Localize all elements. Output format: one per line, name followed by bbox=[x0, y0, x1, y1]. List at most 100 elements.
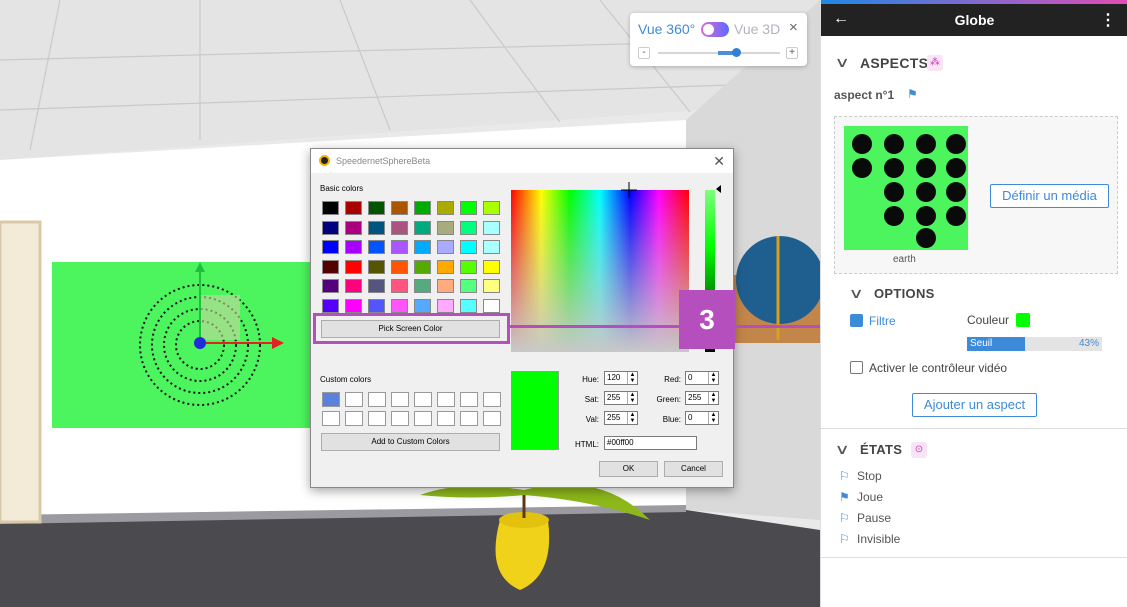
basic-color-swatch[interactable] bbox=[391, 259, 408, 274]
blue-spinbox[interactable]: 0 ▲ ▼ bbox=[685, 411, 719, 425]
state-item[interactable]: ⚐ Invisible bbox=[839, 532, 900, 546]
basic-color-swatch[interactable] bbox=[437, 259, 454, 274]
val-spinbox[interactable]: 255 ▲ ▼ bbox=[604, 411, 638, 425]
chevron-down-icon[interactable]: ∨ bbox=[834, 54, 849, 71]
sat-spinbox[interactable]: 255 ▲ ▼ bbox=[604, 391, 638, 405]
flag-outline-icon[interactable]: ⚐ bbox=[839, 469, 857, 483]
basic-color-swatch[interactable] bbox=[368, 279, 385, 293]
basic-color-swatch[interactable] bbox=[483, 279, 500, 293]
basic-color-swatch[interactable] bbox=[345, 279, 362, 293]
aspects-section-title[interactable]: ASPECTS bbox=[860, 55, 928, 71]
custom-color-swatch[interactable] bbox=[391, 411, 409, 426]
html-input[interactable]: #00ff00 bbox=[604, 436, 697, 450]
green-spinbox[interactable]: 255 ▲ ▼ bbox=[685, 391, 719, 405]
basic-color-swatch[interactable] bbox=[391, 220, 408, 235]
custom-color-swatch[interactable] bbox=[391, 392, 409, 407]
custom-color-swatch[interactable] bbox=[483, 392, 501, 407]
basic-color-swatch[interactable] bbox=[322, 298, 339, 313]
basic-color-swatch[interactable] bbox=[414, 259, 431, 274]
custom-color-swatch[interactable] bbox=[414, 392, 432, 407]
basic-color-swatch[interactable] bbox=[368, 298, 385, 313]
flag-filled-icon[interactable]: ⚑ bbox=[839, 490, 857, 504]
state-item[interactable]: ⚐ Stop bbox=[839, 469, 882, 483]
basic-color-swatch[interactable] bbox=[437, 279, 454, 293]
basic-color-swatch[interactable] bbox=[322, 240, 339, 254]
state-item[interactable]: ⚐ Pause bbox=[839, 511, 891, 525]
basic-color-swatch[interactable] bbox=[460, 298, 477, 313]
basic-color-swatch[interactable] bbox=[460, 279, 477, 293]
ok-button[interactable]: OK bbox=[599, 461, 658, 477]
basic-color-swatch[interactable] bbox=[368, 220, 385, 235]
video-controller-checkbox[interactable] bbox=[850, 361, 863, 374]
basic-color-swatch[interactable] bbox=[368, 259, 385, 274]
basic-color-swatch[interactable] bbox=[460, 201, 477, 215]
color-swatch-button[interactable] bbox=[1016, 313, 1030, 327]
basic-color-swatch[interactable] bbox=[368, 240, 385, 254]
flag-filled-icon[interactable]: ⚑ bbox=[907, 87, 918, 101]
chevron-down-icon[interactable]: ∨ bbox=[848, 285, 863, 302]
chevron-down-icon[interactable]: ∨ bbox=[834, 441, 849, 458]
basic-color-swatch[interactable] bbox=[460, 259, 477, 274]
define-media-button[interactable]: Définir un média bbox=[990, 184, 1109, 208]
basic-color-swatch[interactable] bbox=[437, 201, 454, 215]
spin-arrows-icon[interactable]: ▲ ▼ bbox=[708, 412, 718, 424]
threshold-slider[interactable]: Seuil 43% bbox=[967, 337, 1102, 351]
basic-color-swatch[interactable] bbox=[345, 240, 362, 254]
states-section-title[interactable]: ÉTATS bbox=[860, 442, 902, 457]
basic-color-swatch[interactable] bbox=[460, 220, 477, 235]
basic-color-swatch[interactable] bbox=[414, 201, 431, 215]
custom-color-swatch[interactable] bbox=[414, 411, 432, 426]
hue-spinbox[interactable]: 120 ▲ ▼ bbox=[604, 371, 638, 385]
state-item[interactable]: ⚑ Joue bbox=[839, 490, 883, 504]
basic-color-swatch[interactable] bbox=[345, 220, 362, 235]
close-icon[interactable]: × bbox=[789, 19, 798, 36]
basic-color-swatch[interactable] bbox=[483, 201, 500, 215]
basic-color-swatch[interactable] bbox=[322, 259, 339, 274]
basic-color-swatch[interactable] bbox=[483, 298, 500, 313]
basic-color-swatch[interactable] bbox=[345, 201, 362, 215]
basic-color-swatch[interactable] bbox=[345, 298, 362, 313]
custom-color-swatch[interactable] bbox=[460, 392, 478, 407]
dialog-titlebar[interactable]: SpeedernetSphereBeta ✕ bbox=[311, 149, 733, 173]
basic-color-swatch[interactable] bbox=[322, 201, 339, 215]
basic-color-swatch[interactable] bbox=[391, 240, 408, 254]
basic-color-swatch[interactable] bbox=[437, 220, 454, 235]
luminance-arrow-icon[interactable] bbox=[716, 185, 721, 193]
more-options-icon[interactable]: ⋮ bbox=[1100, 10, 1116, 30]
options-section-title[interactable]: OPTIONS bbox=[874, 286, 935, 301]
basic-color-swatch[interactable] bbox=[414, 240, 431, 254]
custom-color-swatch[interactable] bbox=[345, 411, 363, 426]
basic-color-swatch[interactable] bbox=[437, 298, 454, 313]
zoom-out-button[interactable]: - bbox=[638, 47, 650, 59]
basic-color-swatch[interactable] bbox=[391, 298, 408, 313]
spin-arrows-icon[interactable]: ▲ ▼ bbox=[708, 392, 718, 404]
basic-color-swatch[interactable] bbox=[391, 201, 408, 215]
custom-color-swatch[interactable] bbox=[368, 411, 386, 426]
custom-color-swatch[interactable] bbox=[437, 411, 455, 426]
basic-color-swatch[interactable] bbox=[391, 279, 408, 293]
view-3d-option[interactable]: Vue 3D bbox=[734, 21, 780, 37]
filter-checkbox[interactable] bbox=[850, 314, 863, 327]
custom-color-swatch[interactable] bbox=[437, 392, 455, 407]
view-mode-switch[interactable] bbox=[701, 22, 729, 37]
basic-color-swatch[interactable] bbox=[345, 259, 362, 274]
basic-color-swatch[interactable] bbox=[483, 220, 500, 235]
zoom-slider-thumb[interactable] bbox=[732, 48, 741, 57]
spin-arrows-icon[interactable]: ▲ ▼ bbox=[627, 392, 637, 404]
basic-color-swatch[interactable] bbox=[414, 298, 431, 313]
flag-outline-icon[interactable]: ⚐ bbox=[839, 532, 857, 546]
custom-color-swatch[interactable] bbox=[322, 411, 340, 426]
zoom-in-button[interactable]: + bbox=[786, 47, 798, 59]
view-360-option[interactable]: Vue 360° bbox=[638, 21, 695, 37]
custom-color-swatch[interactable] bbox=[460, 411, 478, 426]
add-custom-colors-button[interactable]: Add to Custom Colors bbox=[321, 433, 500, 451]
spin-arrows-icon[interactable]: ▲ ▼ bbox=[708, 372, 718, 384]
spin-arrows-icon[interactable]: ▲ ▼ bbox=[627, 372, 637, 384]
basic-color-swatch[interactable] bbox=[483, 240, 500, 254]
basic-color-swatch[interactable] bbox=[368, 201, 385, 215]
basic-color-swatch[interactable] bbox=[460, 240, 477, 254]
spin-arrows-icon[interactable]: ▲ ▼ bbox=[627, 412, 637, 424]
basic-color-swatch[interactable] bbox=[414, 220, 431, 235]
basic-color-swatch[interactable] bbox=[483, 259, 500, 274]
custom-color-swatch[interactable] bbox=[345, 392, 363, 407]
